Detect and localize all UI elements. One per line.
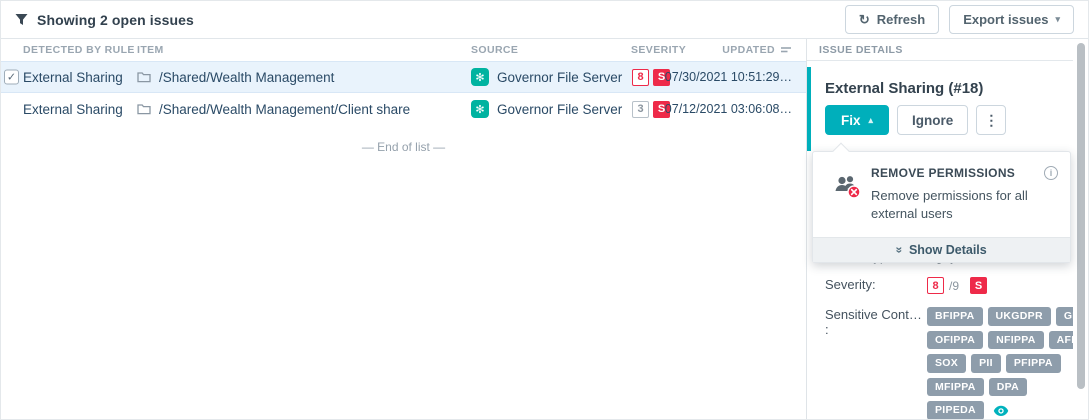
refresh-icon: ↻ (859, 13, 870, 26)
chevron-up-icon: ▴ (869, 115, 874, 126)
toolbar: Showing 2 open issues ↻ Refresh Export i… (1, 1, 1088, 39)
ignore-button[interactable]: Ignore (897, 105, 968, 135)
info-icon[interactable]: i (1044, 166, 1058, 180)
fix-button-label: Fix (841, 113, 861, 128)
chevron-down-icon: ▾ (1055, 14, 1060, 25)
issues-table: DETECTED BY RULE ITEM SOURCE SEVERITY UP… (1, 39, 806, 420)
governor-file-server-icon: ✻ (471, 68, 489, 86)
folder-icon (137, 71, 151, 83)
column-header-rule[interactable]: DETECTED BY RULE (1, 44, 137, 56)
fix-button[interactable]: Fix ▴ (825, 105, 889, 135)
show-details-button[interactable]: » Show Details (813, 237, 1070, 262)
kebab-icon: ⋮ (984, 112, 998, 129)
double-chevron-down-icon: » (894, 247, 906, 254)
more-actions-button[interactable]: ⋮ (976, 105, 1006, 135)
remove-permissions-title: REMOVE PERMISSIONS (871, 166, 1058, 180)
ignore-button-label: Ignore (912, 113, 953, 128)
sensitive-tag: UKGDPR (988, 307, 1051, 326)
remove-external-users-icon (833, 174, 863, 200)
show-details-label: Show Details (909, 243, 987, 257)
severity-number-badge: 3 (632, 101, 649, 118)
refresh-button-label: Refresh (877, 12, 925, 27)
sensitive-tag: BFIPPA (927, 307, 983, 326)
export-issues-button[interactable]: Export issues ▾ (949, 5, 1074, 34)
sensitive-content-field: Sensitive Cont… : BFIPPA UKGDPR GDPR OFI… (825, 307, 1066, 420)
selected-issue-accent-bar (807, 67, 811, 151)
scrollbar-thumb[interactable] (1077, 43, 1085, 389)
column-header-source[interactable]: SOURCE (459, 44, 631, 56)
column-header-severity[interactable]: SEVERITY (631, 44, 686, 56)
sensitive-tag: PII (971, 354, 1001, 373)
governor-file-server-icon: ✻ (471, 100, 489, 118)
sensitive-tag: OFIPPA (927, 331, 983, 350)
severity-field: Severity: 8 /9 S (825, 277, 1066, 294)
page-title: Showing 2 open issues (37, 12, 194, 28)
source-cell: Governor File Server (497, 102, 622, 117)
remove-permissions-option[interactable]: REMOVE PERMISSIONS i Remove permissions … (813, 152, 1070, 237)
sensitive-flag-badge: S (970, 277, 987, 294)
source-cell: Governor File Server (497, 70, 622, 85)
table-header-row: DETECTED BY RULE ITEM SOURCE SEVERITY UP… (1, 39, 806, 61)
table-row[interactable]: ✓ External Sharing /Shared/Wealth Manage… (1, 61, 806, 93)
issue-title: External Sharing (#18) (825, 80, 983, 97)
severity-label: Severity: (825, 277, 927, 294)
issues-app-window: Showing 2 open issues ↻ Refresh Export i… (0, 0, 1089, 420)
item-path-cell: /Shared/Wealth Management/Client share (159, 102, 410, 117)
item-path-cell: /Shared/Wealth Management (159, 70, 334, 85)
row-checkbox-checked[interactable]: ✓ (4, 70, 19, 85)
folder-icon (137, 103, 151, 115)
column-header-updated[interactable]: UPDATED (722, 44, 792, 56)
filter-funnel-icon (15, 13, 28, 26)
updated-cell: 07/30/2021 10:51:29… (665, 70, 792, 84)
column-header-item[interactable]: ITEM (137, 44, 459, 56)
severity-number-badge: 8 (927, 277, 944, 294)
sensitive-tag: PIPEDA (927, 401, 984, 420)
export-issues-label: Export issues (963, 12, 1048, 27)
end-of-list-text: — End of list — (1, 140, 806, 154)
remove-permissions-description: Remove permissions for all external user… (871, 187, 1041, 223)
panel-title: ISSUE DETAILS (807, 39, 1074, 61)
severity-max: /9 (949, 279, 959, 293)
rule-cell: External Sharing (23, 102, 123, 117)
sensitive-tag: NFIPPA (988, 331, 1044, 350)
issue-details-panel: ISSUE DETAILS External Sharing (#18) Fix… (806, 39, 1074, 420)
check-icon: ✓ (7, 71, 16, 84)
issue-fields: Source type: Egnyte Severity: 8 /9 S Sen… (825, 249, 1066, 420)
scrollbar-track[interactable] (1073, 39, 1088, 419)
sensitive-tag: MFIPPA (927, 378, 984, 397)
severity-number-badge: 8 (632, 69, 649, 86)
sensitive-tag: DPA (989, 378, 1027, 397)
table-row[interactable]: External Sharing /Shared/Wealth Manageme… (1, 93, 806, 125)
rule-cell: External Sharing (23, 70, 123, 85)
fix-dropdown-popup: REMOVE PERMISSIONS i Remove permissions … (812, 151, 1071, 263)
sensitive-tag: PFIPPA (1006, 354, 1061, 373)
refresh-button[interactable]: ↻ Refresh (845, 5, 939, 34)
updated-cell: 07/12/2021 03:06:08… (665, 102, 792, 116)
sensitive-content-label: Sensitive Cont… : (825, 307, 927, 420)
show-all-tags-eye-icon[interactable] (993, 405, 1009, 417)
sensitive-tag: SOX (927, 354, 966, 373)
sort-descending-icon (780, 46, 792, 55)
